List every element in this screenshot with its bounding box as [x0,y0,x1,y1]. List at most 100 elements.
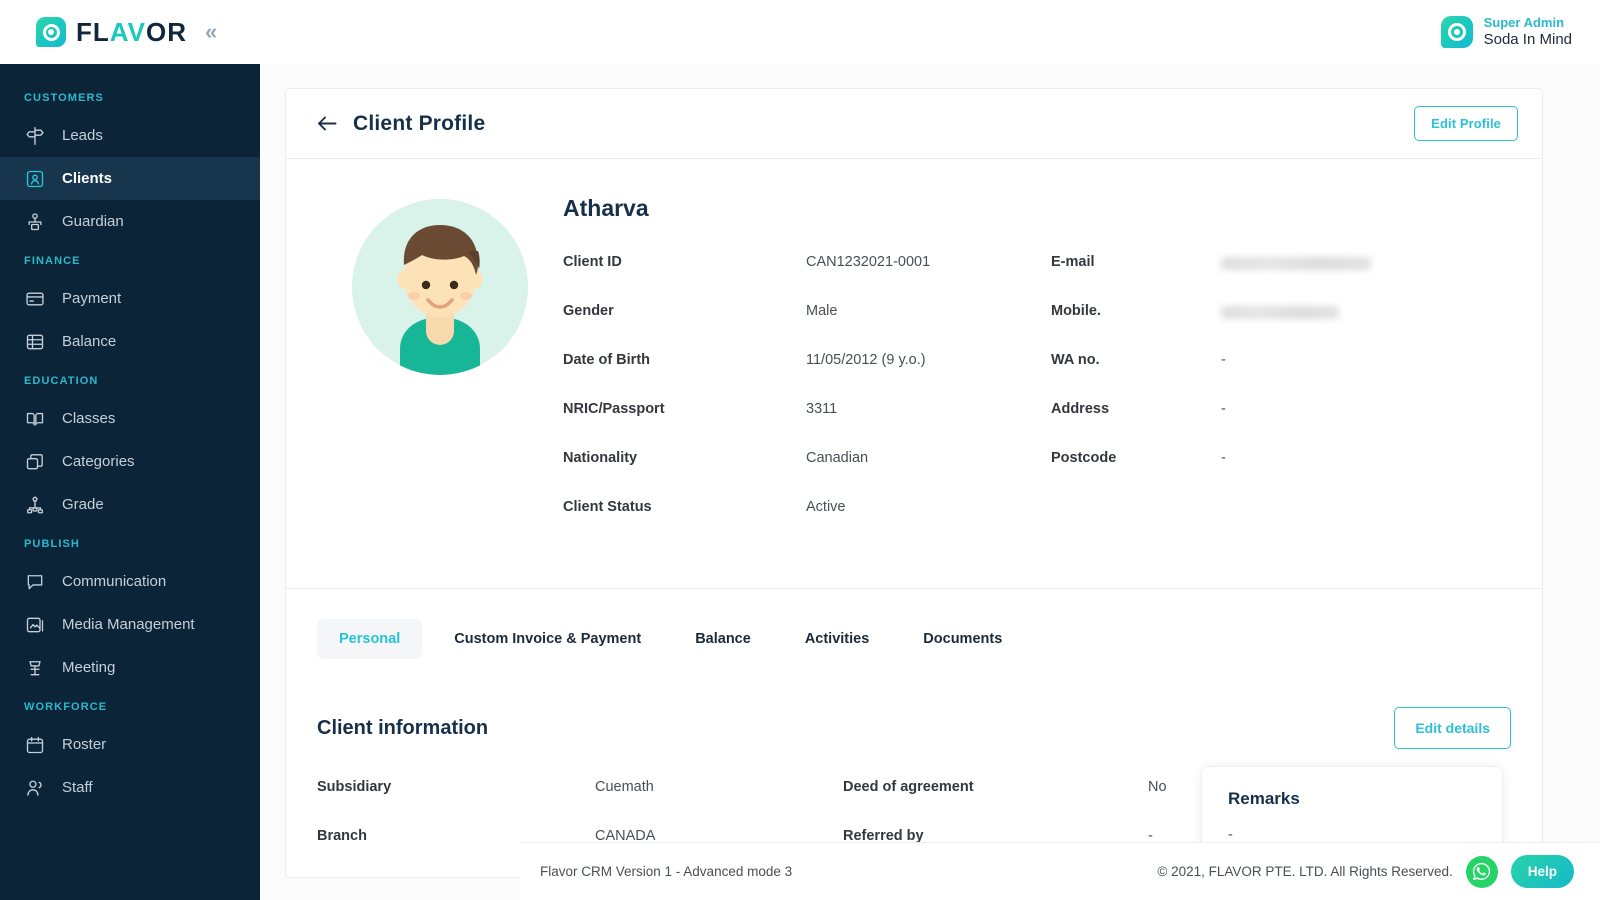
open-book-icon [24,408,46,430]
logo-text-v: V [127,17,146,47]
client-field-label: Address [1051,401,1110,417]
client-field-label: Client ID [563,254,622,270]
sidebar-item-categories[interactable]: Categories [0,440,260,483]
sidebar-item-balance[interactable]: Balance [0,320,260,363]
sidebar-item-label: Grade [62,496,104,513]
sidebar-item-meeting[interactable]: Meeting [0,646,260,689]
sidebar-item-label: Meeting [62,659,116,676]
remarks-value: - [1228,827,1233,843]
sidebar-section-customers: CUSTOMERS [24,92,104,104]
client-field-row: Gender Male [563,303,1051,352]
sidebar-item-communication[interactable]: Communication [0,560,260,603]
sidebar-section-workforce: WORKFORCE [24,701,108,713]
sidebar-item-staff[interactable]: Staff [0,766,260,809]
people-icon [24,777,46,799]
info-label: Subsidiary [317,779,392,795]
info-label: Deed of agreement [843,779,974,795]
user-profile-menu[interactable]: Super Admin Soda In Mind [1440,15,1572,50]
sidebar-item-grade[interactable]: Grade [0,483,260,526]
tab-documents[interactable]: Documents [901,619,1024,659]
sidebar-item-label: Payment [62,290,122,307]
collapse-sidebar-icon[interactable]: « [205,21,217,43]
footer-bar: Flavor CRM Version 1 - Advanced mode 3 ©… [520,842,1600,900]
client-profile-card: Client Profile Edit Profile Atharva Clie… [285,88,1543,887]
client-field-row: Nationality Canadian [563,450,1051,499]
user-avatar-icon [1440,16,1473,48]
sidebar-item-label: Leads [62,127,103,144]
client-field-value-redacted [1221,254,1371,274]
sidebar-nav: CUSTOMERS Leads Clients Guardian FINANCE Paym… [0,64,260,900]
sidebar-section-education: EDUCATION [24,375,99,387]
image-icon [24,614,46,636]
client-card-icon [24,168,46,190]
sidebar-item-label: Guardian [62,213,124,230]
logo-text-part2: OR [145,17,187,47]
sidebar-item-label: Classes [62,410,116,427]
client-field-value: - [1221,401,1226,417]
client-field-value: - [1221,450,1226,466]
client-field-label: Client Status [563,499,652,515]
sidebar-item-classes[interactable]: Classes [0,397,260,440]
credit-card-icon [24,288,46,310]
sidebar-item-payment[interactable]: Payment [0,277,260,320]
client-field-value: CAN1232021-0001 [806,254,931,270]
client-field-row: Mobile. [1051,303,1511,352]
sidebar-item-media-management[interactable]: Media Management [0,603,260,646]
sidebar-item-label: Balance [62,333,117,350]
content-scroll-area[interactable]: Client Profile Edit Profile Atharva Clie… [260,64,1600,900]
client-field-row: Address - [1051,401,1511,450]
client-information-title: Client information [317,716,489,739]
card-header: Client Profile Edit Profile [286,89,1542,159]
tab-balance[interactable]: Balance [673,619,773,659]
profile-tabs: Personal Custom Invoice & Payment Balance A… [286,589,1542,681]
client-field-row: Postcode - [1051,450,1511,499]
coins-stack-icon [24,331,46,353]
client-field-row: Client ID CAN1232021-0001 [563,254,1051,303]
client-avatar [352,199,528,375]
edit-profile-button[interactable]: Edit Profile [1414,106,1518,141]
client-field-row: WA no. - [1051,352,1511,401]
podium-icon [24,657,46,679]
app-root: FLAVOR « CUSTOMERS Leads Clients Guardian FI… [0,0,1600,900]
calendar-icon [24,734,46,756]
client-field-value: Male [806,303,838,319]
profile-body: Atharva Client ID CAN1232021-0001 Gender Ma… [286,159,1542,589]
sidebar-item-guardian[interactable]: Guardian [0,200,260,243]
sidebar-item-label: Media Management [62,616,195,633]
sidebar-item-label: Staff [62,779,93,796]
client-field-label: WA no. [1051,352,1100,368]
client-summary-grid: Client ID CAN1232021-0001 Gender Male Date o… [563,254,1511,548]
client-field-row: E-mail [1051,254,1511,303]
avatar-column [317,193,563,548]
client-field-label: NRIC/Passport [563,401,665,417]
client-field-value: Canadian [806,450,869,466]
sidebar-item-roster[interactable]: Roster [0,723,260,766]
sidebar-item-label: Categories [62,453,135,470]
chat-bubble-icon [24,571,46,593]
info-value: Cuemath [595,779,654,795]
edit-details-button[interactable]: Edit details [1394,707,1511,749]
whatsapp-icon[interactable] [1465,855,1498,888]
sidebar-section-finance: FINANCE [24,255,81,267]
client-field-value: - [1221,352,1226,368]
tab-personal[interactable]: Personal [317,619,423,659]
client-field-value: Active [806,499,846,515]
tab-activities[interactable]: Activities [783,619,891,659]
sidebar-section-publish: PUBLISH [24,538,80,550]
help-button[interactable]: Help [1510,855,1574,888]
flavor-logo-icon [36,17,66,47]
client-fields-left: Client ID CAN1232021-0001 Gender Male Date o… [563,254,1051,548]
client-information-header: Client information Edit details [286,681,1542,749]
sidebar-item-clients[interactable]: Clients [0,157,260,200]
top-bar: Super Admin Soda In Mind [260,0,1600,64]
signpost-icon [24,125,46,147]
sidebar-item-label: Communication [62,573,167,590]
user-name: Soda In Mind [1483,30,1572,48]
arrow-left-icon[interactable] [317,115,337,132]
client-field-label: Date of Birth [563,352,650,368]
client-field-label: Nationality [563,450,638,466]
sidebar-item-leads[interactable]: Leads [0,114,260,157]
logo-wordmark: FLAVOR [76,19,187,45]
tab-custom-invoice-payment[interactable]: Custom Invoice & Payment [432,619,663,659]
client-field-value: 3311 [806,401,838,417]
